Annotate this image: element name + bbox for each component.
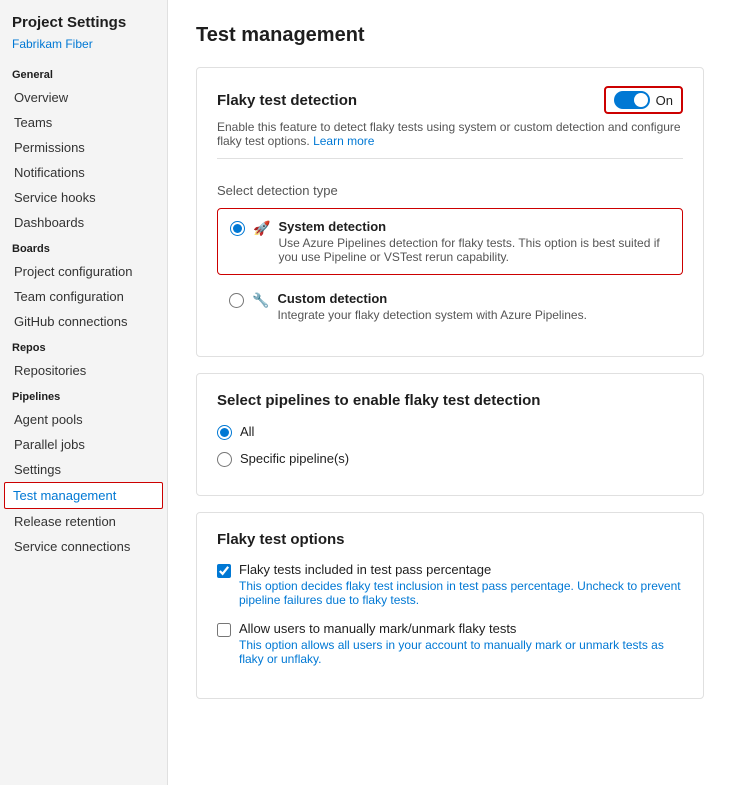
pipeline-all-option[interactable]: All [217, 423, 683, 440]
sidebar-item-team-configuration[interactable]: Team configuration [0, 284, 167, 309]
sidebar-title: Project Settings [0, 0, 167, 37]
include-pass-desc: This option decides flaky test inclusion… [239, 579, 683, 607]
flaky-options-card: Flaky test options Flaky tests included … [196, 512, 704, 699]
sidebar-item-project-configuration[interactable]: Project configuration [0, 259, 167, 284]
sidebar-item-overview[interactable]: Overview [0, 85, 167, 110]
divider [217, 158, 683, 159]
system-detection-desc: Use Azure Pipelines detection for flaky … [278, 236, 670, 264]
include-pass-checkbox[interactable] [217, 564, 231, 578]
sidebar-item-permissions[interactable]: Permissions [0, 135, 167, 160]
sidebar-item-agent-pools[interactable]: Agent pools [0, 407, 167, 432]
custom-detection-content: Custom detection Integrate your flaky de… [277, 291, 671, 322]
custom-detection-title: Custom detection [277, 291, 671, 306]
flaky-options-title: Flaky test options [217, 531, 683, 548]
sidebar-item-release-retention[interactable]: Release retention [0, 509, 167, 534]
pipeline-specific-option[interactable]: Specific pipeline(s) [217, 450, 683, 467]
detection-type-label: Select detection type [217, 169, 683, 198]
pipeline-specific-radio[interactable] [217, 452, 232, 467]
sidebar-item-notifications[interactable]: Notifications [0, 160, 167, 185]
pipeline-all-radio[interactable] [217, 425, 232, 440]
manual-mark-checkbox[interactable] [217, 623, 231, 637]
sidebar-item-github-connections[interactable]: GitHub connections [0, 309, 167, 334]
toggle-container[interactable]: On [604, 86, 683, 114]
sidebar-section-general: General [0, 61, 167, 85]
wrench-icon: 🔧 [252, 292, 269, 309]
sidebar-item-dashboards[interactable]: Dashboards [0, 210, 167, 235]
pipeline-all-label: All [240, 424, 254, 439]
custom-detection-radio[interactable] [229, 293, 244, 308]
sidebar-item-test-management[interactable]: Test management [4, 482, 163, 509]
main-content: Test management Flaky test detection On … [168, 0, 732, 785]
sidebar-item-service-hooks[interactable]: Service hooks [0, 185, 167, 210]
sidebar-item-service-connections[interactable]: Service connections [0, 534, 167, 559]
sidebar-project-name[interactable]: Fabrikam Fiber [0, 37, 167, 61]
flaky-detection-toggle[interactable] [614, 91, 650, 109]
sidebar-item-repositories[interactable]: Repositories [0, 358, 167, 383]
learn-more-link[interactable]: Learn more [313, 134, 374, 148]
sidebar-section-pipelines: Pipelines [0, 383, 167, 407]
system-detection-title: System detection [278, 219, 670, 234]
include-pass-title: Flaky tests included in test pass percen… [239, 562, 683, 577]
toggle-label: On [656, 93, 673, 108]
pipelines-card: Select pipelines to enable flaky test de… [196, 373, 704, 496]
include-pass-option[interactable]: Flaky tests included in test pass percen… [217, 562, 683, 607]
sidebar-item-teams[interactable]: Teams [0, 110, 167, 135]
manual-mark-content: Allow users to manually mark/unmark flak… [239, 621, 683, 666]
manual-mark-title: Allow users to manually mark/unmark flak… [239, 621, 683, 636]
manual-mark-desc: This option allows all users in your acc… [239, 638, 683, 666]
custom-detection-option[interactable]: 🔧 Custom detection Integrate your flaky … [217, 281, 683, 332]
pipeline-specific-label: Specific pipeline(s) [240, 451, 349, 466]
sidebar: Project Settings Fabrikam Fiber General … [0, 0, 168, 785]
system-detection-option[interactable]: 🚀 System detection Use Azure Pipelines d… [217, 208, 683, 275]
sidebar-item-settings[interactable]: Settings [0, 457, 167, 482]
sidebar-section-repos: Repos [0, 334, 167, 358]
rocket-icon: 🚀 [253, 220, 270, 237]
page-title: Test management [196, 24, 704, 47]
system-detection-content: System detection Use Azure Pipelines det… [278, 219, 670, 264]
manual-mark-option[interactable]: Allow users to manually mark/unmark flak… [217, 621, 683, 666]
system-detection-radio[interactable] [230, 221, 245, 236]
flaky-detection-title: Flaky test detection [217, 92, 357, 109]
sidebar-item-parallel-jobs[interactable]: Parallel jobs [0, 432, 167, 457]
pipelines-card-title: Select pipelines to enable flaky test de… [217, 392, 683, 409]
custom-detection-desc: Integrate your flaky detection system wi… [277, 308, 671, 322]
sidebar-section-boards: Boards [0, 235, 167, 259]
flaky-detection-card: Flaky test detection On Enable this feat… [196, 67, 704, 357]
flaky-detection-description: Enable this feature to detect flaky test… [217, 120, 683, 148]
include-pass-content: Flaky tests included in test pass percen… [239, 562, 683, 607]
